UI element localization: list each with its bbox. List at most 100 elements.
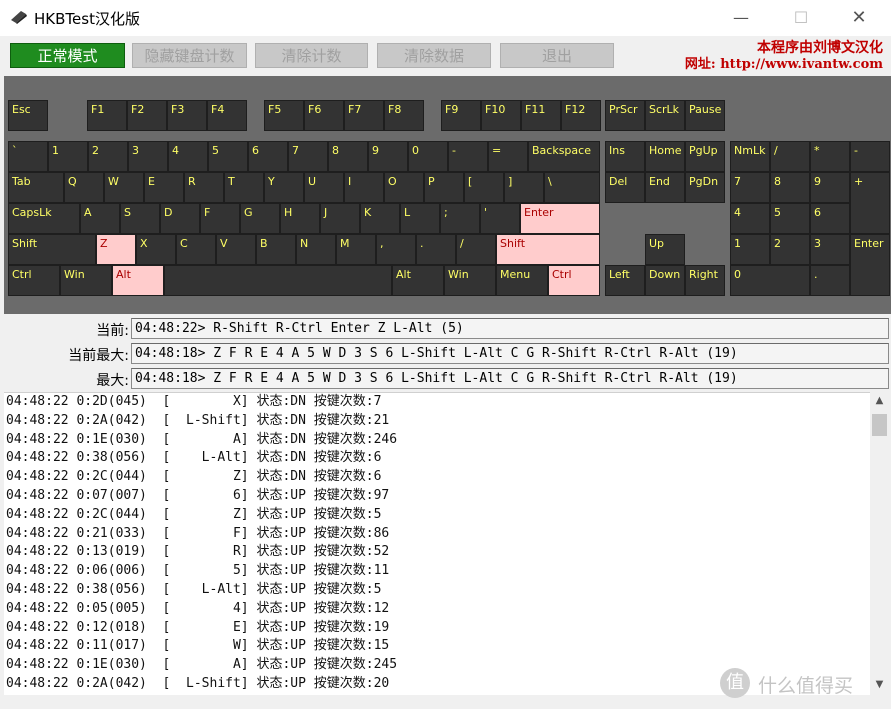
key-rshift: Shift <box>496 234 600 265</box>
key-u: U <box>304 172 344 203</box>
key-tab: Tab <box>8 172 64 203</box>
clear-counts-button[interactable]: 清除计数 <box>255 43 368 68</box>
log-line: 04:48:22 0:2D(045) [ X] 状态:DN 按键次数:7 <box>6 394 382 409</box>
key-space <box>164 265 392 296</box>
key-f: F <box>200 203 240 234</box>
key-capslk: CapsLk <box>8 203 80 234</box>
key-g: G <box>240 203 280 234</box>
key-pgdn: PgDn <box>685 172 725 203</box>
key-f9: F9 <box>441 100 481 131</box>
key-f7: F7 <box>344 100 384 131</box>
key-del: Del <box>605 172 645 203</box>
current-keys-field: 04:48:22> R-Shift R-Ctrl Enter Z L-Alt (… <box>131 318 889 339</box>
key-event-log[interactable]: 04:48:22 0:2D(045) [ X] 状态:DN 按键次数:7 04:4… <box>4 392 870 695</box>
log-line: 04:48:22 0:13(019) [ R] 状态:UP 按键次数:52 <box>6 544 390 560</box>
key-f12: F12 <box>561 100 601 131</box>
key-k1: 1 <box>48 141 88 172</box>
log-line: 04:48:22 0:2C(044) [ Z] 状态:DN 按键次数:6 <box>6 469 382 485</box>
key-np7: 7 <box>730 172 770 203</box>
key-rctrl: Ctrl <box>548 265 600 296</box>
key-k0: 0 <box>408 141 448 172</box>
exit-button[interactable]: 退出 <box>500 43 614 68</box>
title-bar: HKBTest汉化版 — ☐ ✕ <box>0 0 891 36</box>
watermark-logo: 值 <box>720 668 750 698</box>
key-semicolon: ; <box>440 203 480 234</box>
log-line: 04:48:22 0:07(007) [ 6] 状态:UP 按键次数:97 <box>6 487 390 503</box>
current-label: 当前: <box>96 323 129 339</box>
key-m: M <box>336 234 376 265</box>
scroll-up-icon[interactable]: ▲ <box>870 392 889 410</box>
key-lalt: Alt <box>112 265 164 296</box>
key-f10: F10 <box>481 100 521 131</box>
key-x: X <box>136 234 176 265</box>
website-line: 网址: http://www.ivantw.com <box>685 53 883 72</box>
clear-data-button[interactable]: 清除数据 <box>377 43 491 68</box>
key-lwin: Win <box>60 265 112 296</box>
log-scrollbar[interactable]: ▲ ▼ <box>870 392 889 694</box>
key-lbracket: [ <box>464 172 504 203</box>
key-d: D <box>160 203 200 234</box>
key-k4: 4 <box>168 141 208 172</box>
key-w: W <box>104 172 144 203</box>
key-ralt: Alt <box>392 265 444 296</box>
close-button[interactable]: ✕ <box>844 6 874 30</box>
key-np4: 4 <box>730 203 770 234</box>
key-i: I <box>344 172 384 203</box>
key-q: Q <box>64 172 104 203</box>
key-e: E <box>144 172 184 203</box>
key-f1: F1 <box>87 100 127 131</box>
key-n: N <box>296 234 336 265</box>
key-j: J <box>320 203 360 234</box>
key-grave: ` <box>8 141 48 172</box>
key-menu: Menu <box>496 265 548 296</box>
key-period: . <box>416 234 456 265</box>
log-line: 04:48:22 0:2C(044) [ Z] 状态:UP 按键次数:5 <box>6 506 382 522</box>
key-rwin: Win <box>444 265 496 296</box>
key-backspace: Backspace <box>528 141 600 172</box>
log-line: 04:48:22 0:38(056) [ L-Alt] 状态:DN 按键次数:6 <box>6 450 382 466</box>
key-f8: F8 <box>384 100 424 131</box>
key-o: O <box>384 172 424 203</box>
key-k9: 9 <box>368 141 408 172</box>
max-keys-field: 04:48:18> Z F R E 4 A 5 W D 3 S 6 L-Shif… <box>131 368 889 389</box>
key-numlk: NmLk <box>730 141 770 172</box>
key-pause: Pause <box>685 100 725 131</box>
key-lctrl: Ctrl <box>8 265 60 296</box>
watermark-text: 什么值得买 <box>758 675 854 697</box>
key-ins: Ins <box>605 141 645 172</box>
log-line: 04:48:22 0:06(006) [ 5] 状态:UP 按键次数:11 <box>6 563 390 579</box>
key-npdot: . <box>810 265 850 296</box>
app-icon <box>11 11 27 24</box>
key-np0: 0 <box>730 265 810 296</box>
max-label: 最大: <box>96 373 129 389</box>
key-f3: F3 <box>167 100 207 131</box>
key-rbracket: ] <box>504 172 544 203</box>
key-np9: 9 <box>810 172 850 203</box>
key-k5: 5 <box>208 141 248 172</box>
key-np8: 8 <box>770 172 810 203</box>
key-np2: 2 <box>770 234 810 265</box>
key-prscr: PrScr <box>605 100 645 131</box>
key-a: A <box>80 203 120 234</box>
key-l: L <box>400 203 440 234</box>
key-f6: F6 <box>304 100 344 131</box>
scroll-thumb[interactable] <box>872 414 887 436</box>
minimize-button[interactable]: — <box>726 6 756 30</box>
key-right: Right <box>685 265 725 296</box>
key-pgup: PgUp <box>685 141 725 172</box>
log-line: 04:48:22 0:1E(030) [ A] 状态:DN 按键次数:246 <box>6 431 398 447</box>
normal-mode-button[interactable]: 正常模式 <box>10 43 125 68</box>
key-k2: 2 <box>88 141 128 172</box>
key-np6: 6 <box>810 203 850 234</box>
key-equal: = <box>488 141 528 172</box>
key-k6: 6 <box>248 141 288 172</box>
key-home: Home <box>645 141 685 172</box>
website-url[interactable]: http://www.ivantw.com <box>720 57 883 72</box>
key-k3: 3 <box>128 141 168 172</box>
maximize-button[interactable]: ☐ <box>786 6 816 30</box>
hide-key-counts-button[interactable]: 隐藏键盘计数 <box>132 43 247 68</box>
key-backslash: \ <box>544 172 600 203</box>
log-line: 04:48:22 0:38(056) [ L-Alt] 状态:UP 按键次数:5 <box>6 581 382 597</box>
scroll-down-icon[interactable]: ▼ <box>870 676 889 694</box>
key-npadd: + <box>850 172 890 234</box>
